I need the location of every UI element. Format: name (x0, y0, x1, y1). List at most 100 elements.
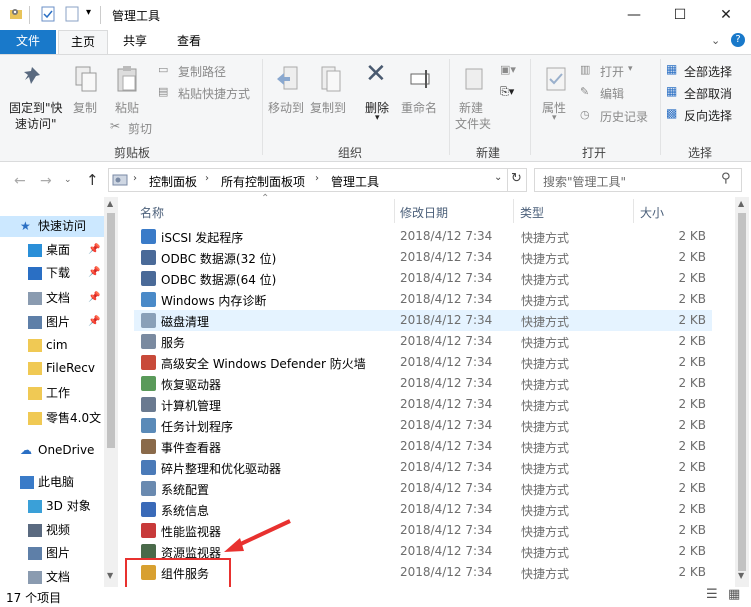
copy-button[interactable]: 复制 (68, 61, 104, 131)
breadcrumb-separator-icon[interactable]: › (133, 173, 137, 184)
tab-view[interactable]: 查看 (164, 30, 214, 54)
breadcrumb-all-items[interactable]: 所有控制面板项 (221, 173, 305, 190)
folder-settings-icon[interactable] (8, 6, 24, 22)
file-row[interactable]: 性能监视器 2018/4/12 7:34 快捷方式 2 KB (134, 520, 712, 541)
nav-item-label: FileRecv (46, 361, 95, 375)
scroll-down-icon[interactable]: ▼ (107, 571, 113, 580)
back-icon[interactable]: ← (14, 173, 26, 189)
nav-item[interactable]: cim (0, 335, 104, 356)
customize-toolbar-icon[interactable]: ▾ (86, 7, 91, 18)
divider[interactable] (394, 199, 395, 223)
file-row[interactable]: 系统配置 2018/4/12 7:34 快捷方式 2 KB (134, 478, 712, 499)
easy-access-icon[interactable]: ⎘▾ (500, 85, 514, 99)
shortcut-icon (141, 376, 156, 391)
search-input[interactable]: 搜索"管理工具" (543, 173, 626, 190)
column-header-type[interactable]: 类型 (520, 204, 544, 221)
up-icon[interactable]: ↑ (86, 171, 99, 189)
file-row[interactable]: 服务 2018/4/12 7:34 快捷方式 2 KB (134, 331, 712, 352)
divider (507, 169, 508, 191)
nav-item-label: 下载 (46, 266, 71, 280)
column-header-name[interactable]: 名称 (140, 204, 164, 221)
pin-icon[interactable]: 📌 (88, 262, 100, 283)
recent-locations-icon[interactable]: ⌄ (64, 175, 72, 185)
file-row[interactable]: Windows 内存诊断 2018/4/12 7:34 快捷方式 2 KB (134, 289, 712, 310)
delete-button[interactable]: ✕ 删除 ▾ (360, 59, 396, 131)
file-row[interactable]: 磁盘清理 2018/4/12 7:34 快捷方式 2 KB (134, 310, 712, 331)
pin-icon[interactable]: 📌 (88, 239, 100, 260)
nav-item[interactable]: 下载 📌 (0, 263, 104, 284)
pin-quick-access-button[interactable]: 固定到"快 速访问" (4, 61, 66, 131)
move-to-button[interactable]: 移动到 (266, 61, 308, 131)
file-row[interactable]: ODBC 数据源(64 位) 2018/4/12 7:34 快捷方式 2 KB (134, 268, 712, 289)
properties-button[interactable]: 属性 ▾ (534, 61, 578, 131)
large-icons-view-icon[interactable]: ▦ (728, 587, 740, 602)
rename-button[interactable]: 重命名 (400, 61, 444, 131)
file-row[interactable]: 组件服务 2018/4/12 7:34 快捷方式 2 KB (134, 562, 712, 583)
properties-check-icon[interactable] (40, 6, 56, 22)
nav-item[interactable]: 工作 (0, 383, 104, 404)
pin-icon[interactable]: 📌 (88, 287, 100, 308)
address-dropdown-icon[interactable]: ⌄ (494, 172, 502, 183)
file-scrollbar[interactable]: ▲ ▼ (735, 197, 749, 587)
file-row[interactable]: 任务计划程序 2018/4/12 7:34 快捷方式 2 KB (134, 415, 712, 436)
file-scroll-thumb[interactable] (738, 213, 746, 571)
forward-icon[interactable]: → (40, 173, 52, 189)
scroll-up-icon[interactable]: ▲ (738, 199, 744, 208)
nav-item[interactable]: 3D 对象 (0, 496, 104, 517)
minimize-button[interactable]: — (611, 0, 657, 30)
search-icon[interactable]: ⚲ (721, 171, 731, 186)
nav-item[interactable]: 桌面 📌 (0, 240, 104, 261)
divider[interactable] (633, 199, 634, 223)
search-box[interactable]: 搜索"管理工具" ⚲ (534, 168, 742, 192)
help-icon[interactable]: ? (731, 33, 745, 47)
address-bar[interactable]: › 控制面板 › 所有控制面板项 › 管理工具 ⌄ ↻ (108, 168, 527, 192)
nav-item[interactable]: ☁ OneDrive (0, 440, 104, 461)
nav-item[interactable]: 图片 📌 (0, 312, 104, 333)
nav-item[interactable]: FileRecv (0, 358, 104, 379)
divider[interactable] (513, 199, 514, 223)
nav-item[interactable]: ★ 快速访问 (0, 216, 104, 237)
file-row[interactable]: iSCSI 发起程序 2018/4/12 7:34 快捷方式 2 KB (134, 226, 712, 247)
maximize-button[interactable]: ☐ (657, 0, 703, 30)
nav-scroll-thumb[interactable] (107, 213, 115, 448)
new-folder-button[interactable]: 新建 文件夹 (452, 61, 496, 131)
pin-icon[interactable]: 📌 (88, 311, 100, 332)
collapse-ribbon-icon[interactable]: ⌄ (711, 34, 720, 47)
nav-item[interactable]: 视频 (0, 520, 104, 541)
nav-scrollbar[interactable]: ▲ ▼ (104, 197, 118, 587)
file-row[interactable]: 资源监视器 2018/4/12 7:34 快捷方式 2 KB (134, 541, 712, 562)
new-item-icon[interactable]: ▣▾ (500, 63, 516, 76)
file-date: 2018/4/12 7:34 (400, 376, 493, 390)
nav-item[interactable]: 文档 📌 (0, 288, 104, 309)
new-folder-icon[interactable] (64, 6, 80, 22)
tab-home[interactable]: 主页 (58, 30, 108, 54)
nav-item[interactable]: 此电脑 (0, 472, 104, 493)
copy-to-button[interactable]: 复制到 (308, 61, 352, 131)
file-row[interactable]: 计算机管理 2018/4/12 7:34 快捷方式 2 KB (134, 394, 712, 415)
close-button[interactable]: ✕ (703, 0, 749, 30)
file-row[interactable]: 碎片整理和优化驱动器 2018/4/12 7:34 快捷方式 2 KB (134, 457, 712, 478)
nav-item[interactable]: 图片 (0, 543, 104, 564)
scroll-up-icon[interactable]: ▲ (107, 199, 113, 208)
nav-item-label: OneDrive (38, 443, 95, 457)
nav-item[interactable]: 文档 (0, 567, 104, 588)
tab-file[interactable]: 文件 (0, 30, 56, 54)
details-view-icon[interactable]: ☰ (706, 587, 718, 602)
tab-share[interactable]: 共享 (110, 30, 160, 54)
refresh-icon[interactable]: ↻ (511, 171, 522, 186)
column-header-size[interactable]: 大小 (640, 204, 664, 221)
breadcrumb-admin-tools[interactable]: 管理工具 (331, 173, 379, 190)
column-header-date[interactable]: 修改日期 (400, 204, 448, 221)
file-row[interactable]: 恢复驱动器 2018/4/12 7:34 快捷方式 2 KB (134, 373, 712, 394)
file-row[interactable]: 高级安全 Windows Defender 防火墙 2018/4/12 7:34 快… (134, 352, 712, 373)
file-row[interactable]: 系统信息 2018/4/12 7:34 快捷方式 2 KB (134, 499, 712, 520)
breadcrumb-separator-icon[interactable]: › (205, 173, 209, 184)
nav-item[interactable]: 零售4.0文 (0, 408, 104, 429)
breadcrumb-control-panel[interactable]: 控制面板 (149, 173, 197, 190)
move-to-icon (277, 66, 298, 90)
file-row[interactable]: 事件查看器 2018/4/12 7:34 快捷方式 2 KB (134, 436, 712, 457)
scroll-down-icon[interactable]: ▼ (738, 571, 744, 580)
file-row[interactable]: ODBC 数据源(32 位) 2018/4/12 7:34 快捷方式 2 KB (134, 247, 712, 268)
select-none-label: 全部取消 (684, 87, 733, 101)
breadcrumb-separator-icon[interactable]: › (315, 173, 319, 184)
